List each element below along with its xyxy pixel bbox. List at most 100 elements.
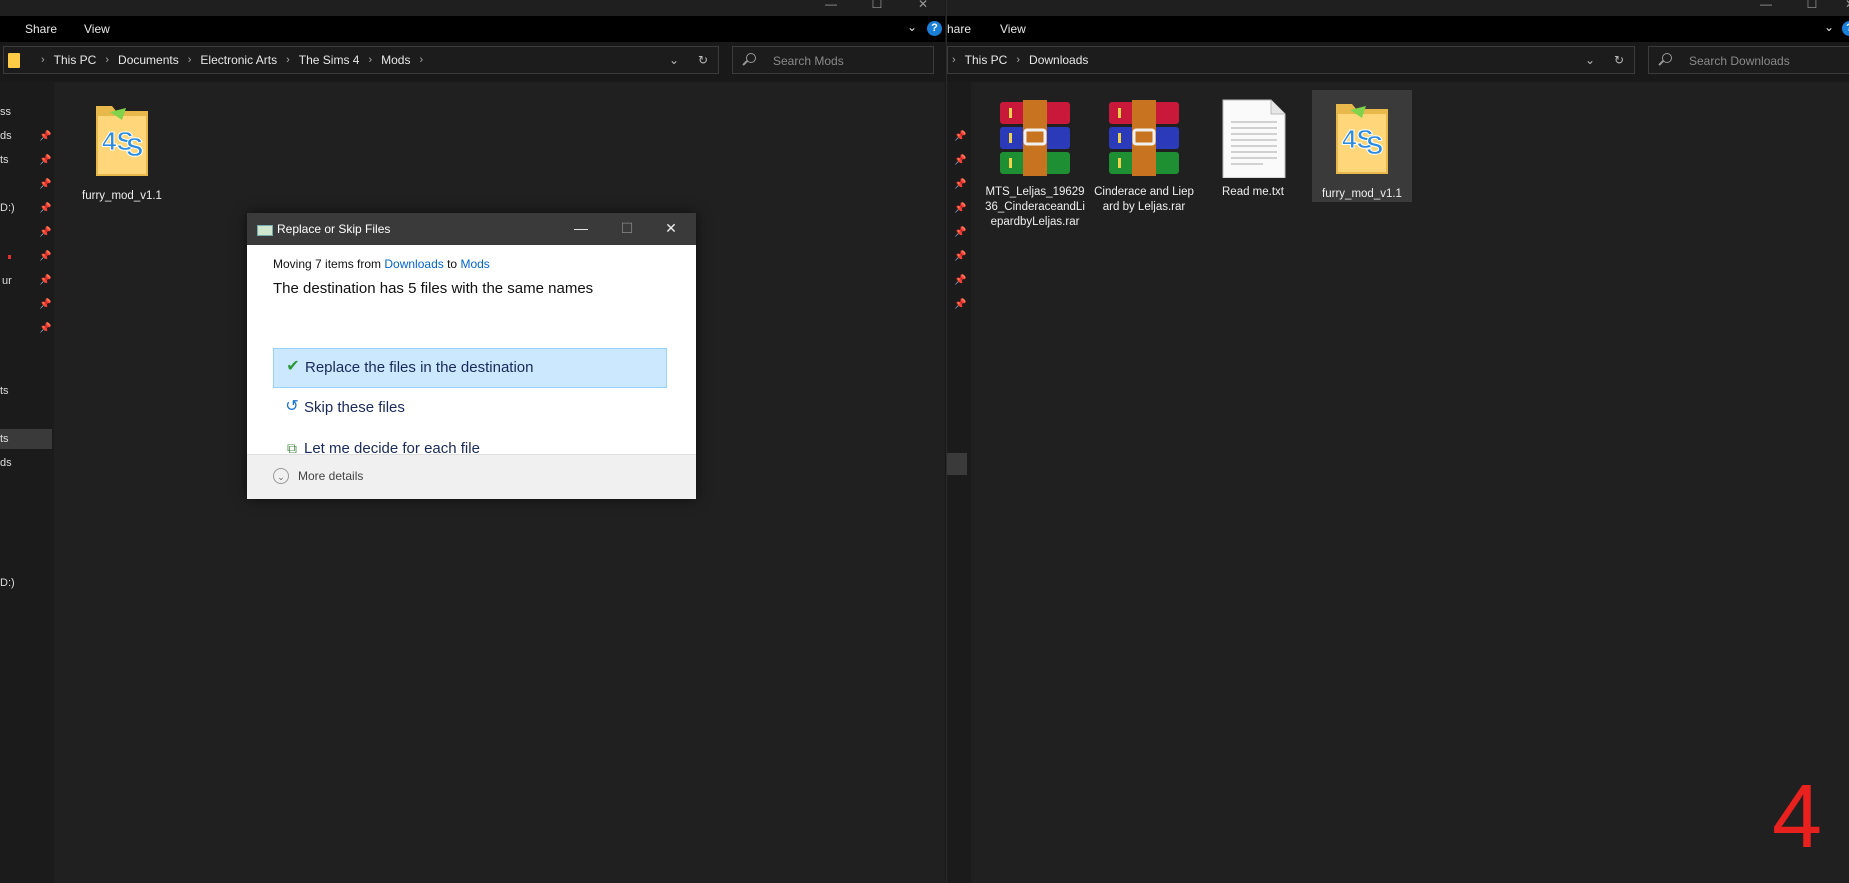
maximize-button[interactable]: ☐ [854, 0, 900, 16]
refresh-icon[interactable]: ↻ [698, 53, 708, 67]
overlay-step-number: 4 [1772, 767, 1823, 867]
address-row: › This PC › Downloads ⌄ ↻ Search Downloa… [947, 42, 1849, 82]
history-dropdown-icon[interactable]: ⌄ [1585, 53, 1595, 67]
ribbon-expand-icon[interactable]: ⌄ [907, 20, 917, 34]
nav-item[interactable]: ds [0, 130, 12, 142]
explorer-window-downloads: — ☐ ✕ hare View ⌄ ? › This PC › Download… [946, 0, 1849, 883]
source-link[interactable]: Downloads [384, 257, 443, 271]
chevron-right-icon[interactable]: › [41, 54, 45, 66]
chevron-right-icon[interactable]: › [188, 54, 192, 66]
breadcrumb-item[interactable]: This PC [54, 53, 97, 67]
file-list: MTS_Leljas_1962936_CinderaceandLiepardby… [972, 82, 1849, 883]
nav-item[interactable]: ss [0, 106, 11, 118]
pin-icon: 📌 [954, 155, 967, 166]
nav-item[interactable]: ds [0, 457, 12, 469]
winrar-archive-icon [1109, 100, 1179, 176]
chevron-right-icon[interactable]: › [952, 54, 956, 66]
refresh-icon[interactable]: ↻ [1614, 53, 1624, 67]
pin-icon: 📌 [39, 155, 52, 166]
minimize-button[interactable]: — [1743, 0, 1789, 16]
svg-text:S: S [126, 132, 143, 162]
search-box[interactable]: Search Downloads [1648, 46, 1849, 74]
ribbon: hare View ⌄ ? [947, 16, 1849, 42]
nav-item[interactable]: ts [0, 154, 9, 166]
breadcrumb-item[interactable]: Documents [118, 53, 179, 67]
to-word: to [447, 257, 458, 271]
skip-files-option[interactable]: ↺ Skip these files [273, 389, 667, 429]
ribbon-expand-icon[interactable]: ⌄ [1824, 20, 1834, 34]
chevron-right-icon[interactable]: › [105, 54, 109, 66]
breadcrumb: › This PC › Documents › Electronic Arts … [8, 47, 432, 73]
search-placeholder: Search Downloads [1689, 54, 1790, 68]
pin-icon: 📌 [39, 299, 52, 310]
navigation-pane: 📌 📌 📌 📌 📌 📌 📌 📌 [947, 82, 971, 883]
breadcrumb-item[interactable]: The Sims 4 [299, 53, 360, 67]
address-bar[interactable]: › This PC › Downloads ⌄ ↻ [947, 46, 1635, 74]
tab-view[interactable]: View [1000, 22, 1026, 36]
nav-item[interactable]: D:) [0, 577, 15, 589]
dialog-title-bar: Replace or Skip Files — ☐ ✕ [247, 213, 696, 245]
minimize-button[interactable]: — [561, 217, 601, 241]
pin-icon: 📌 [39, 131, 52, 142]
breadcrumb-item[interactable]: Mods [381, 53, 410, 67]
file-copy-icon [257, 225, 273, 236]
folder-icon [8, 52, 20, 68]
address-row: › This PC › Documents › Electronic Arts … [0, 42, 945, 82]
dialog-headline: The destination has 5 files with the sam… [273, 280, 594, 297]
tab-share[interactable]: hare [947, 22, 971, 36]
option-label: Skip these files [304, 399, 405, 416]
breadcrumb-item[interactable]: Downloads [1029, 53, 1088, 67]
text-file-icon [1222, 99, 1286, 179]
svg-text:S: S [1366, 130, 1383, 160]
close-button[interactable]: ✕ [1827, 0, 1849, 16]
file-item[interactable]: Read me.txt [1203, 98, 1303, 200]
title-bar: — ☐ ✕ [947, 0, 1849, 16]
help-icon[interactable]: ? [1842, 21, 1849, 36]
nav-item[interactable]: ur [2, 275, 12, 287]
close-button[interactable]: ✕ [651, 217, 691, 241]
history-dropdown-icon[interactable]: ⌄ [669, 53, 679, 67]
breadcrumb-item[interactable]: This PC [965, 53, 1008, 67]
pin-icon: 📌 [39, 203, 52, 214]
dialog-body: Moving 7 items from Downloads to Mods Th… [247, 245, 696, 465]
address-bar[interactable]: › This PC › Documents › Electronic Arts … [3, 46, 719, 74]
nav-item-selected[interactable]: ts [0, 429, 52, 449]
dialog-title: Replace or Skip Files [277, 222, 391, 236]
tab-share[interactable]: Share [25, 22, 57, 36]
pin-icon: 📌 [39, 227, 52, 238]
minimize-button[interactable]: — [808, 0, 854, 16]
search-box[interactable]: Search Mods [732, 46, 934, 74]
breadcrumb-item[interactable]: Electronic Arts [200, 53, 277, 67]
search-icon [746, 53, 756, 63]
pin-icon: 📌 [954, 299, 967, 310]
replace-files-option[interactable]: ✔ Replace the files in the destination [273, 348, 667, 388]
chevron-right-icon[interactable]: › [419, 54, 423, 66]
chevron-down-icon[interactable]: ⌄ [273, 468, 289, 484]
close-button[interactable]: ✕ [900, 0, 945, 16]
help-icon[interactable]: ? [927, 21, 942, 36]
tab-view[interactable]: View [84, 22, 110, 36]
pin-icon: 📌 [954, 275, 967, 286]
breadcrumb: › This PC › Downloads [952, 47, 1088, 73]
checkmark-icon: ✔ [286, 358, 300, 375]
title-bar: — ☐ ✕ [0, 0, 945, 16]
destination-link[interactable]: Mods [460, 257, 489, 271]
sims-folder-icon: 4S S [1336, 104, 1388, 174]
file-item[interactable]: 4S S furry_mod_v1.1 [72, 98, 172, 204]
pin-icon: 📌 [954, 179, 967, 190]
file-item[interactable]: MTS_Leljas_1962936_CinderaceandLiepardby… [985, 98, 1085, 230]
nav-item[interactable]: ts [0, 385, 9, 397]
pin-icon: 📌 [954, 251, 967, 262]
chevron-right-icon[interactable]: › [1016, 54, 1020, 66]
skip-arrow-icon: ↺ [285, 398, 299, 415]
file-item[interactable]: 4S S furry_mod_v1.1 [1312, 90, 1412, 202]
more-details-button[interactable]: More details [298, 469, 363, 483]
pin-icon: 📌 [954, 131, 967, 142]
moving-info: Moving 7 items from Downloads to Mods [273, 257, 670, 271]
nav-item-selected[interactable] [947, 453, 967, 475]
chevron-right-icon[interactable]: › [286, 54, 290, 66]
nav-item[interactable]: D:) [0, 202, 15, 214]
chevron-right-icon[interactable]: › [368, 54, 372, 66]
file-item[interactable]: Cinderace and Liepard by Leljas.rar [1094, 98, 1194, 215]
navigation-pane: ss ds ts D:) ur ts ts ds D:) 📌 📌 📌 📌 📌 📌… [0, 82, 54, 883]
